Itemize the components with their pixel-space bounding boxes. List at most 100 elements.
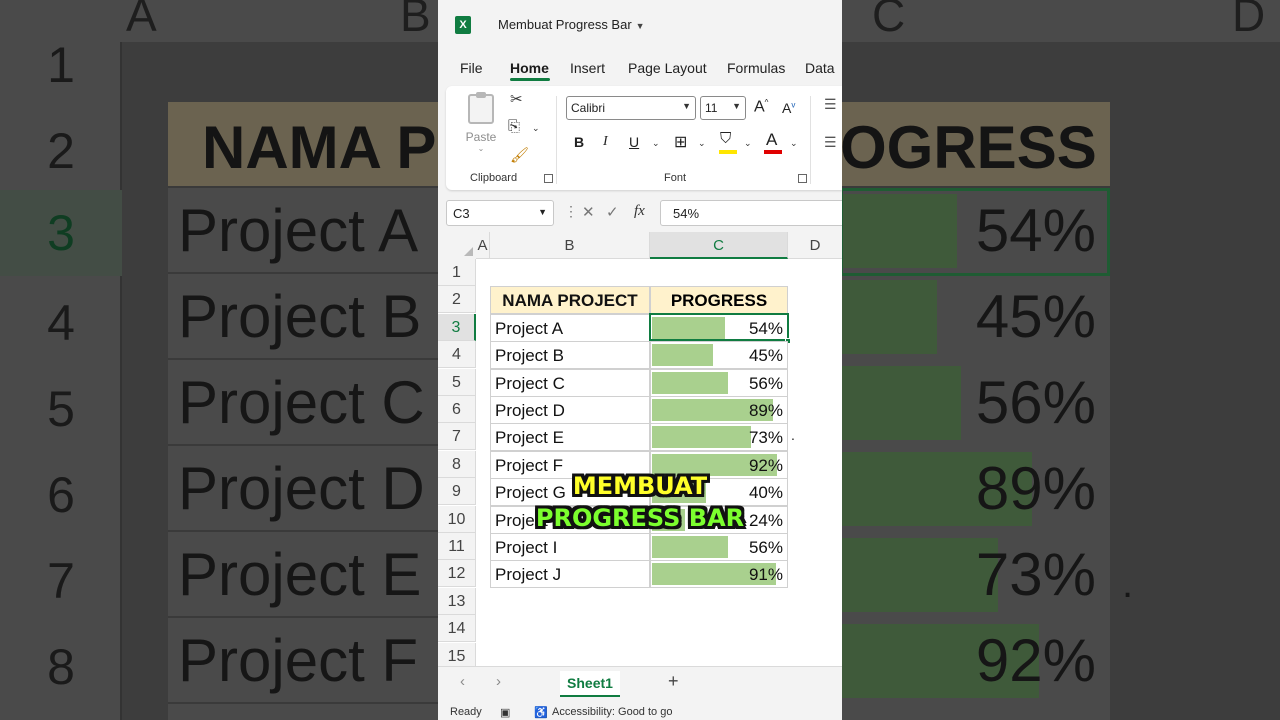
row-header[interactable]: 13 bbox=[438, 587, 476, 615]
progress-cell[interactable]: 56% bbox=[650, 368, 788, 397]
borders-icon[interactable]: ⊞ bbox=[674, 132, 687, 152]
grow-font-button[interactable]: A^ bbox=[754, 98, 768, 116]
project-name-cell[interactable]: Project B bbox=[490, 341, 650, 370]
align-top-icon[interactable]: ☰ bbox=[824, 96, 837, 113]
row-header[interactable]: 2 bbox=[438, 286, 476, 314]
font-name-select[interactable]: Calibri ▼ bbox=[566, 96, 696, 120]
bold-button[interactable]: B bbox=[574, 134, 584, 150]
progress-percent: 73% bbox=[748, 428, 783, 448]
header-cell-name[interactable]: NAMA PROJECT bbox=[490, 286, 650, 315]
font-color-button[interactable]: A bbox=[766, 130, 777, 150]
row-header[interactable]: 12 bbox=[438, 560, 476, 588]
format-painter-icon[interactable]: 🖌 bbox=[510, 146, 529, 164]
more-options-icon[interactable]: ⋮ bbox=[564, 203, 578, 220]
document-title[interactable]: Membuat Progress Bar ▼ bbox=[498, 17, 645, 32]
row-header[interactable]: 4 bbox=[438, 341, 476, 369]
progress-percent: 91% bbox=[748, 565, 783, 585]
tab-page-layout[interactable]: Page Layout bbox=[628, 60, 707, 76]
fill-color-icon[interactable]: ⛉ bbox=[720, 130, 731, 147]
chevron-down-icon[interactable]: ▼ bbox=[636, 21, 645, 31]
font-size-select[interactable]: 11 ▼ bbox=[700, 96, 746, 120]
chevron-down-icon[interactable]: ⌄ bbox=[790, 138, 798, 149]
column-header-b[interactable]: B bbox=[490, 232, 650, 259]
row-header[interactable]: 5 bbox=[438, 368, 476, 396]
chevron-down-icon[interactable]: ⌄ bbox=[698, 138, 706, 149]
add-sheet-button[interactable]: + bbox=[668, 671, 679, 692]
shrink-font-icon: A bbox=[782, 100, 792, 116]
project-name-cell[interactable]: Project I bbox=[490, 533, 650, 561]
accessibility-icon[interactable]: ♿ bbox=[534, 706, 548, 719]
clipboard-icon bbox=[468, 92, 494, 124]
worksheet-grid: A B C D 1 2 3 4 5 6 7 8 9 10 11 12 13 14 15 NAMA PROJE… bbox=[438, 232, 842, 670]
bg-row-label: 1 bbox=[47, 37, 75, 93]
progress-cell[interactable]: 45% bbox=[650, 341, 788, 370]
scroll-left-icon[interactable]: ‹ bbox=[460, 673, 465, 690]
insert-function-icon[interactable]: fx bbox=[634, 203, 645, 220]
project-name-cell[interactable]: Project A bbox=[490, 313, 650, 342]
progress-cell[interactable]: 89% bbox=[650, 396, 788, 424]
column-header-d[interactable]: D bbox=[788, 232, 842, 259]
project-name-cell[interactable]: Project J bbox=[490, 560, 650, 589]
row-header[interactable]: 1 bbox=[438, 259, 476, 286]
row-header[interactable]: 11 bbox=[438, 533, 476, 560]
progress-percent: 89% bbox=[748, 401, 783, 420]
progress-cell[interactable]: 91% bbox=[650, 560, 788, 589]
status-accessibility[interactable]: Accessibility: Good to go bbox=[552, 706, 672, 718]
tab-formulas[interactable]: Formulas bbox=[727, 60, 785, 76]
chevron-down-icon[interactable]: ⌄ bbox=[744, 138, 752, 149]
header-cell-progress[interactable]: PROGRESS bbox=[650, 286, 788, 315]
cut-icon[interactable]: ✂ bbox=[510, 90, 523, 108]
progress-bar-fill bbox=[652, 536, 728, 558]
chevron-down-icon[interactable]: ⌄ bbox=[464, 144, 498, 153]
formula-input[interactable]: 54% bbox=[660, 200, 842, 226]
align-left-icon[interactable]: ☰ bbox=[824, 134, 837, 151]
sheet-tab-sheet1[interactable]: Sheet1 bbox=[560, 671, 620, 697]
dialog-launcher-icon[interactable] bbox=[544, 174, 553, 183]
row-header[interactable]: 6 bbox=[438, 396, 476, 423]
bg-row-label: 8 bbox=[47, 639, 75, 695]
progress-cell[interactable]: 73% bbox=[650, 423, 788, 452]
macro-record-icon[interactable]: ▣ bbox=[500, 706, 510, 719]
progress-cell[interactable]: 56% bbox=[650, 533, 788, 561]
project-name-cell[interactable]: Project D bbox=[490, 396, 650, 424]
cancel-icon[interactable]: ✕ bbox=[582, 203, 595, 221]
select-all-corner[interactable] bbox=[438, 232, 476, 259]
tab-home[interactable]: Home bbox=[510, 60, 549, 76]
chevron-down-icon: ▼ bbox=[538, 207, 547, 217]
bg-col-label: C bbox=[872, 0, 906, 41]
chevron-down-icon[interactable]: ⌄ bbox=[532, 123, 540, 134]
bg-row-label: 3 bbox=[0, 190, 122, 276]
font-name-value: Calibri bbox=[571, 101, 606, 115]
underline-button[interactable]: U bbox=[629, 134, 639, 150]
active-tab-indicator bbox=[510, 78, 550, 81]
bg-row-label: 4 bbox=[47, 295, 75, 351]
enter-check-icon[interactable]: ✓ bbox=[606, 203, 619, 221]
copy-icon[interactable]: ⎘ bbox=[508, 118, 520, 135]
bg-progress-percent: 73% bbox=[975, 541, 1096, 608]
shrink-font-button[interactable]: Av bbox=[782, 100, 795, 116]
row-header[interactable]: 3 bbox=[438, 313, 476, 341]
tab-insert[interactable]: Insert bbox=[570, 60, 605, 76]
scroll-right-icon[interactable]: › bbox=[496, 673, 501, 690]
tab-file[interactable]: File bbox=[460, 60, 483, 76]
column-header-c[interactable]: C bbox=[650, 232, 788, 259]
column-header-a[interactable]: A bbox=[476, 232, 490, 259]
row-header[interactable]: 14 bbox=[438, 615, 476, 643]
bg-progress-percent: 92% bbox=[975, 627, 1096, 694]
dialog-launcher-icon[interactable] bbox=[798, 174, 807, 183]
ribbon-tabs: File Home Insert Page Layout Formulas Da… bbox=[438, 54, 842, 84]
paste-button[interactable]: Paste ⌄ bbox=[464, 92, 498, 154]
row-header[interactable]: 7 bbox=[438, 423, 476, 451]
bg-header-progress: OGRESS bbox=[840, 102, 1110, 188]
chevron-down-icon[interactable]: ⌄ bbox=[652, 138, 660, 149]
status-ready: Ready bbox=[450, 706, 482, 718]
project-name-cell[interactable]: Project C bbox=[490, 368, 650, 397]
tab-data[interactable]: Data bbox=[805, 60, 835, 76]
paste-label: Paste bbox=[465, 130, 497, 144]
name-box[interactable]: C3 ▼ bbox=[446, 200, 554, 226]
project-name-cell[interactable]: Project E bbox=[490, 423, 650, 452]
italic-button[interactable]: I bbox=[603, 134, 608, 150]
progress-percent: 45% bbox=[748, 346, 783, 366]
overlay-caption-line2: PROGRESS BAR bbox=[535, 504, 745, 532]
title-bar: X Membuat Progress Bar ▼ bbox=[438, 0, 842, 50]
